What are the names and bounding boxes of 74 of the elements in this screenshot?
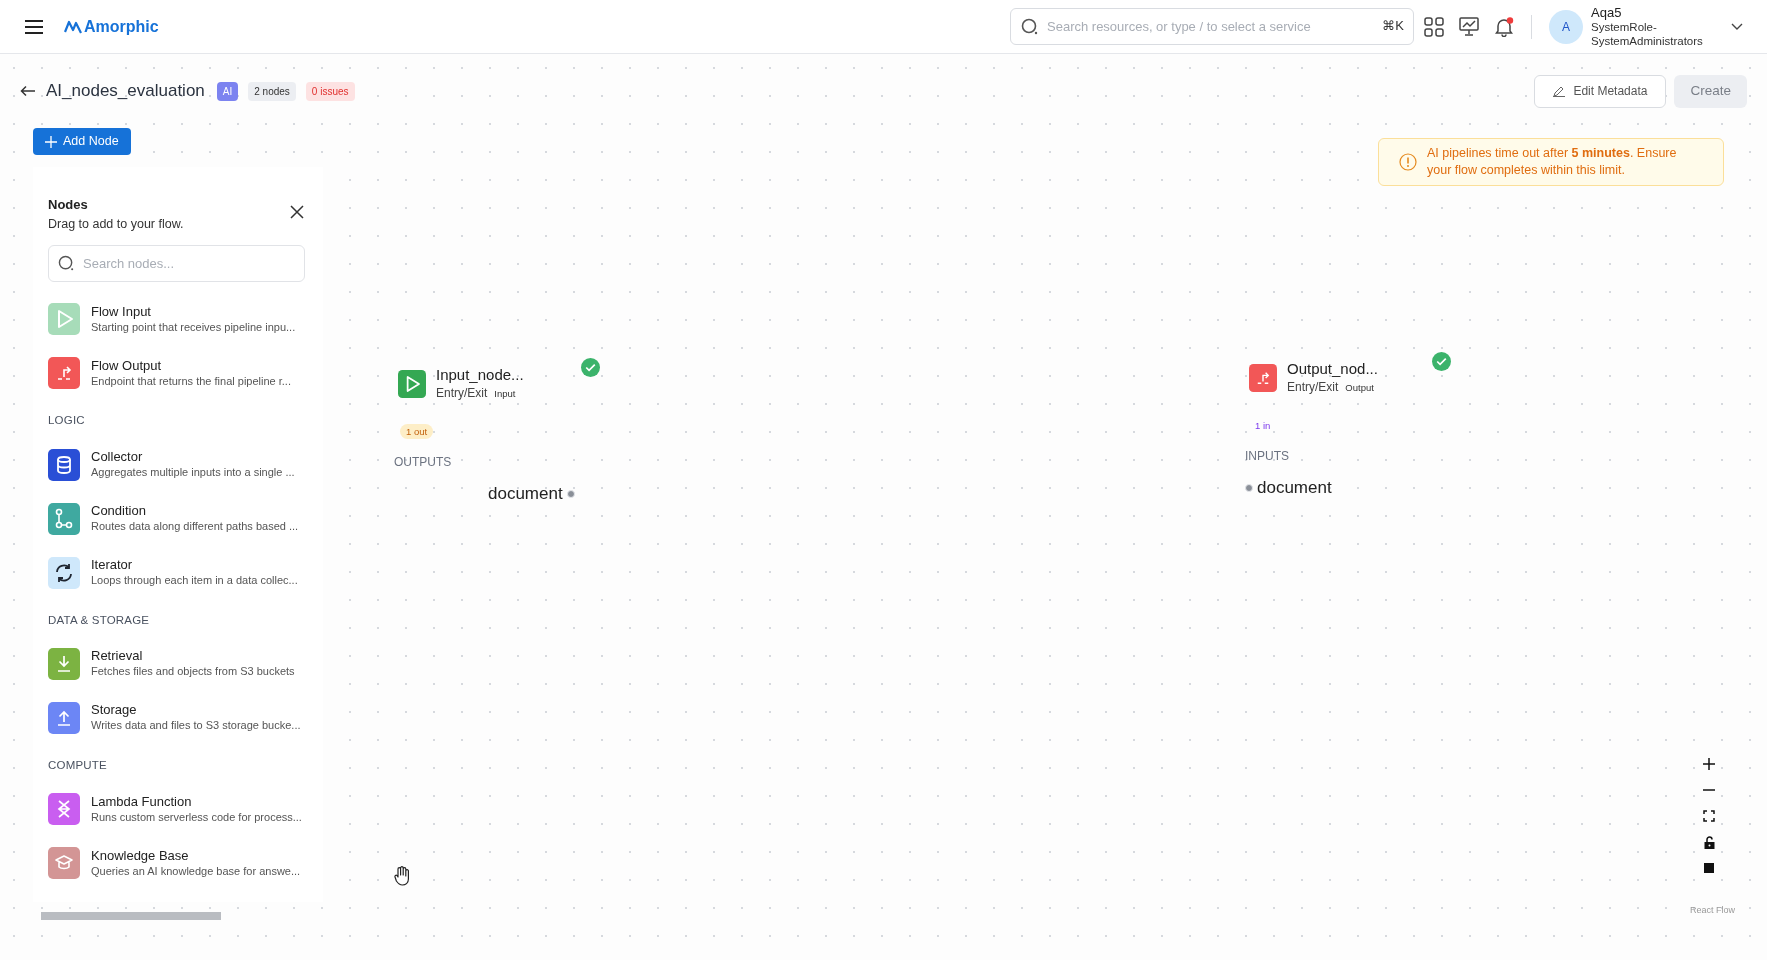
bell-icon[interactable] — [1494, 16, 1514, 37]
search-icon — [58, 255, 75, 273]
node-description: Fetches files and objects from S3 buckets — [91, 664, 295, 680]
lambda-icon[interactable] — [48, 793, 80, 825]
close-icon[interactable] — [290, 205, 304, 219]
node-description: Aggregates multiple inputs into a single ... — [91, 465, 295, 480]
pipeline-title: AI_nodes_evaluation — [46, 80, 205, 103]
scrollbar[interactable] — [41, 912, 221, 920]
hand-cursor-icon — [393, 866, 411, 886]
section-heading: DATA & STORAGE — [48, 612, 151, 628]
node-type: Output — [1345, 381, 1374, 395]
node-name[interactable]: Storage — [91, 702, 301, 719]
port-section-label: INPUTS — [1245, 448, 1290, 465]
port-label: document — [1257, 477, 1332, 499]
pencil-icon — [1553, 85, 1566, 97]
brand-name[interactable]: Amorphic — [84, 14, 159, 39]
node-description: Endpoint that returns the final pipeline r... — [91, 373, 291, 389]
node-name[interactable]: Condition — [91, 503, 299, 519]
node-name[interactable]: Collector — [91, 449, 295, 465]
refresh-icon[interactable] — [48, 556, 80, 589]
fit-view-icon[interactable] — [1703, 810, 1715, 822]
user-avatar[interactable]: A — [1549, 9, 1583, 44]
node-name[interactable]: Flow Output — [91, 357, 291, 374]
port-label: document — [488, 483, 563, 505]
warning-text: AI pipelines time out after 5 minutes. Ensure your flow completes within this limit. — [1427, 145, 1678, 179]
node-title[interactable]: Output_nod... — [1287, 360, 1378, 378]
node-description: Queries an AI knowledge base for answe... — [91, 863, 301, 879]
zoom-in-icon[interactable] — [1703, 758, 1715, 770]
upload-icon[interactable] — [48, 701, 80, 734]
user-name: Aqa5 — [1591, 5, 1623, 20]
node-description: Loops through each item in a data collec... — [91, 573, 298, 588]
node-category: Entry/Exit — [1287, 379, 1339, 396]
node-name[interactable]: Retrieval — [91, 648, 295, 665]
database-icon[interactable] — [48, 448, 80, 481]
plus-icon — [45, 135, 57, 148]
search-icon — [1021, 18, 1039, 36]
edit-metadata-button[interactable]: Edit Metadata — [1534, 74, 1667, 108]
user-role: SystemRole-SystemAdministrators — [1591, 20, 1703, 48]
shortcut-hint: ⌘K — [1382, 18, 1404, 34]
node-description: Runs custom serverless code for process... — [91, 809, 302, 825]
node-name[interactable]: Flow Input — [91, 303, 296, 320]
play-icon — [398, 370, 426, 398]
back-arrow-icon[interactable] — [20, 85, 36, 97]
count-badge: 2 nodes — [248, 81, 296, 101]
node-description: Writes data and files to S3 storage bucke... — [91, 718, 301, 734]
chevron-down-icon[interactable] — [1731, 22, 1743, 31]
port-handle[interactable] — [566, 489, 575, 498]
node-title[interactable]: Input_node... — [436, 366, 524, 384]
node-description: Routes data along different paths based ... — [91, 519, 299, 534]
node-category: Entry/Exit — [436, 385, 488, 402]
section-heading: COMPUTE — [48, 757, 108, 773]
node-description: Starting point that receives pipeline inpu... — [91, 319, 296, 335]
section-heading: LOGIC — [48, 413, 86, 429]
node-type: Input — [494, 387, 516, 401]
unlocked-icon[interactable] — [1703, 836, 1715, 849]
node-name[interactable]: Iterator — [91, 557, 298, 573]
logo-icon — [64, 18, 82, 35]
panel-subtitle: Drag to add to your flow. — [48, 215, 184, 233]
add-node-button[interactable]: Add Node — [33, 128, 131, 155]
port-count-badge: 1 out — [400, 424, 434, 439]
node-name[interactable]: Knowledge Base — [91, 847, 301, 864]
branch-icon[interactable] — [48, 502, 80, 535]
node-name[interactable]: Lambda Function — [91, 793, 302, 810]
menu-icon[interactable] — [24, 18, 44, 35]
ai-badge: AI — [216, 81, 239, 101]
port-count-label: 1 in — [1254, 419, 1272, 433]
grid-icon[interactable] — [1424, 16, 1444, 37]
panel-title: Nodes — [48, 196, 89, 214]
monitor-chart-icon[interactable] — [1459, 17, 1479, 36]
port-section-label: OUTPUTS — [394, 454, 453, 471]
port-handle[interactable] — [1245, 483, 1253, 492]
node-search-field[interactable]: Search nodes... — [48, 245, 305, 283]
warning-icon — [1399, 153, 1417, 171]
issues-badge: 0 issues — [305, 81, 355, 101]
